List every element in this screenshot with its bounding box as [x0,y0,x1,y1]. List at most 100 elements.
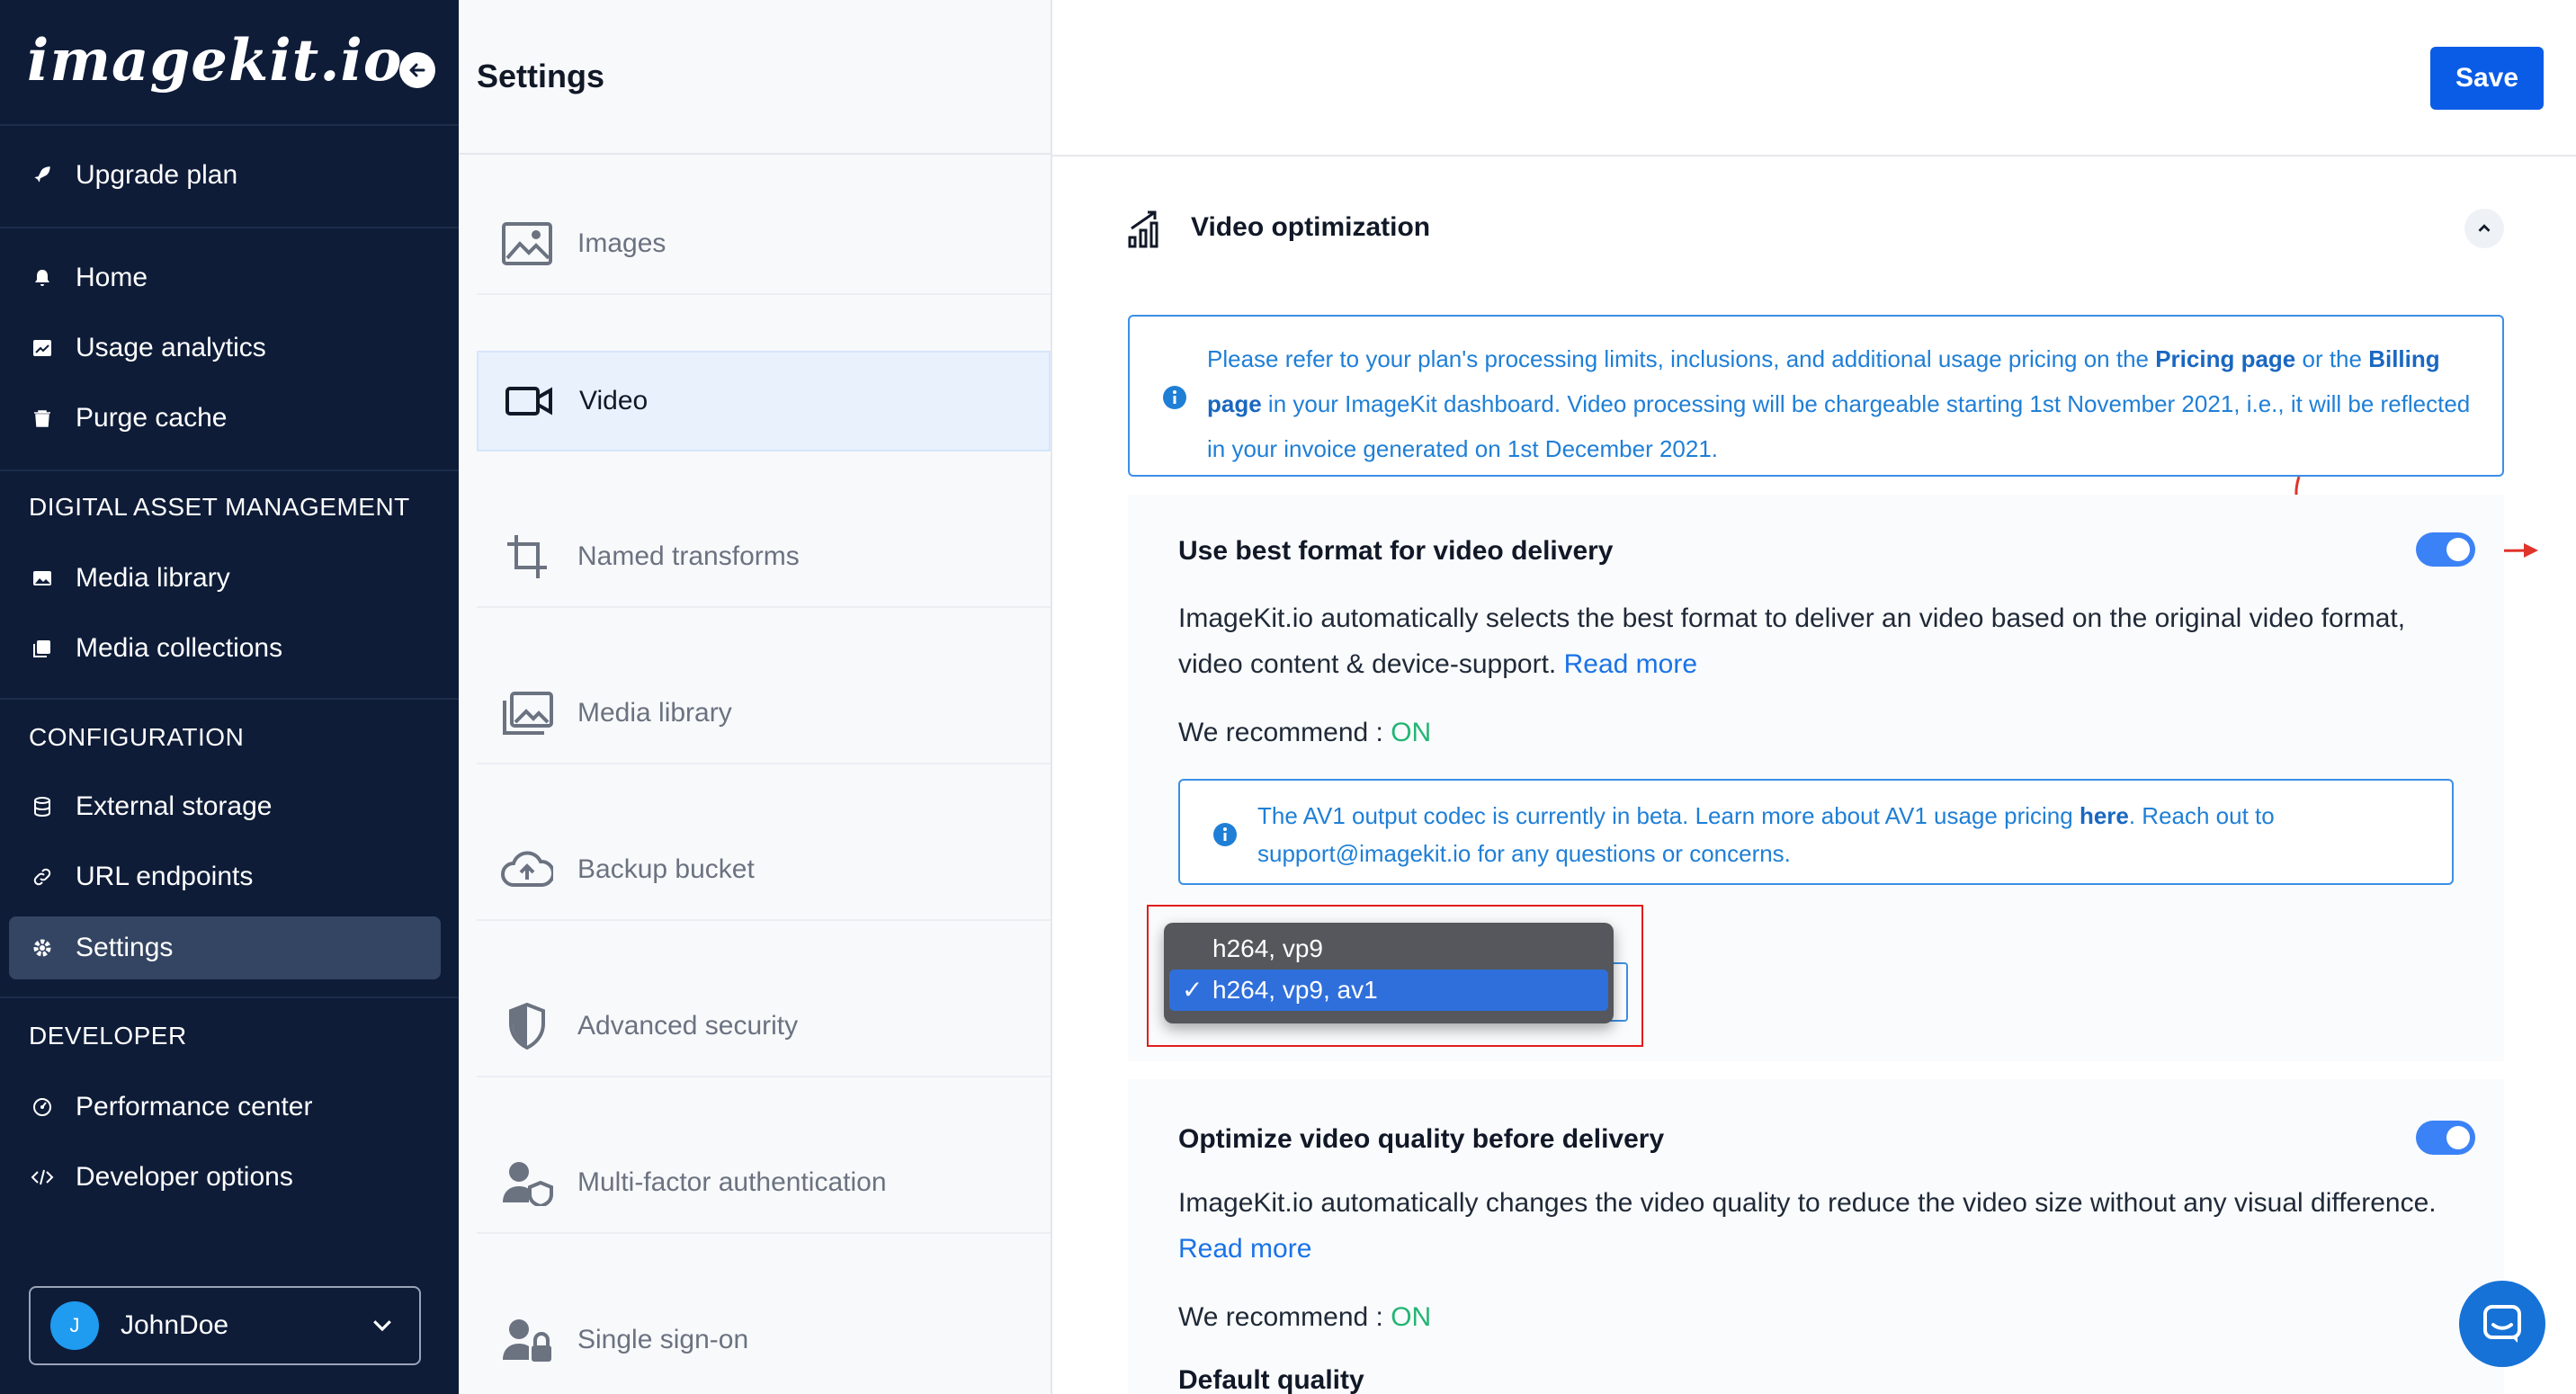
codec-option-label: h264, vp9, av1 [1212,976,1378,1004]
settings-nav-advanced-security[interactable]: Advanced security [477,977,1051,1077]
settings-nav-mfa[interactable]: Multi-factor authentication [477,1133,1051,1234]
sidebar-item-label: URL endpoints [76,862,254,891]
pricing-info-text: Please refer to your plan's processing l… [1207,336,2484,471]
default-quality-label: Default quality [1178,1365,1364,1394]
user-lock-icon [500,1313,554,1367]
collection-icon [29,635,56,662]
recommendation: We recommend : ON [1178,1302,1431,1333]
image-icon [500,217,554,271]
recommendation-label: We recommend : [1178,1302,1391,1332]
sidebar-item-developer-options[interactable]: Developer options [9,1146,441,1209]
save-button[interactable]: Save [2430,47,2544,110]
optimize-quality-description: ImageKit.io automatically changes the vi… [1178,1180,2437,1272]
sidebar-item-label: Settings [76,933,174,962]
trash-icon [29,405,56,432]
brand-logo[interactable]: imagekit.io [27,27,402,94]
sidebar-item-url-endpoints[interactable]: URL endpoints [9,845,441,908]
recommendation-label: We recommend : [1178,718,1391,747]
sidebar-divider [0,227,459,228]
settings-nav-media-library[interactable]: Media library [477,664,1051,764]
read-more-link[interactable]: Read more [1564,649,1697,679]
optimize-quality-title: Optimize video quality before delivery [1178,1124,1665,1154]
sidebar-item-upgrade-plan[interactable]: Upgrade plan [9,144,441,207]
sidebar-item-label: Media library [76,563,230,593]
best-format-toggle[interactable] [2416,532,2475,567]
chevron-up-icon [2478,224,2491,232]
settings-nav-named-transforms[interactable]: Named transforms [477,507,1051,608]
pricing-page-link[interactable]: Pricing page [2155,345,2295,372]
settings-nav-images[interactable]: Images [477,194,1051,295]
sidebar-item-label: Usage analytics [76,333,266,362]
av1-beta-banner: The AV1 output codec is currently in bet… [1178,779,2454,885]
nav-item-label: Named transforms [577,541,800,571]
sidebar-item-home[interactable]: Home [9,246,441,309]
link-icon [29,863,56,890]
pricing-info-banner: Please refer to your plan's processing l… [1128,315,2504,477]
best-format-title: Use best format for video delivery [1178,536,1614,566]
bell-icon [29,264,56,291]
crop-icon [500,530,554,584]
sidebar-item-media-collections[interactable]: Media collections [9,617,441,680]
read-more-link[interactable]: Read more [1178,1234,1311,1264]
sidebar-item-usage-analytics[interactable]: Usage analytics [9,317,441,380]
optimize-quality-card: Optimize video quality before delivery I… [1128,1079,2504,1394]
settings-nav-sso[interactable]: Single sign-on [477,1290,1051,1390]
section-heading-configuration: CONFIGURATION [29,723,245,751]
sidebar-item-purge-cache[interactable]: Purge cache [9,387,441,450]
check-icon: ✓ [1182,976,1203,1004]
sidebar-item-label: External storage [76,791,273,821]
sidebar-item-media-library[interactable]: Media library [9,547,441,610]
collapse-section-button[interactable] [2464,209,2504,248]
nav-item-label: Advanced security [577,1011,799,1041]
section-heading-dam: DIGITAL ASSET MANAGEMENT [29,493,410,521]
cloud-upload-icon [500,843,554,897]
collapse-sidebar-button[interactable] [399,52,435,88]
recommendation-value: ON [1391,1302,1432,1332]
nav-item-label: Single sign-on [577,1325,749,1354]
sidebar-item-label: Developer options [76,1162,293,1192]
description-text: ImageKit.io automatically selects the be… [1178,603,2406,679]
nav-item-label: Backup bucket [577,854,755,884]
sidebar-item-external-storage[interactable]: External storage [9,775,441,838]
optimize-quality-toggle[interactable] [2416,1121,2475,1155]
settings-nav-backup-bucket[interactable]: Backup bucket [477,820,1051,921]
info-icon [1212,822,1238,852]
support-chat-button[interactable] [2459,1281,2545,1367]
account-switcher[interactable]: J JohnDoe [29,1286,421,1365]
sidebar-item-performance-center[interactable]: Performance center [9,1076,441,1139]
av1-pricing-link[interactable]: here [2080,802,2129,829]
chat-icon [2483,1305,2521,1343]
codec-dropdown: h264, vp9 ✓ h264, vp9, av1 [1164,923,1614,1023]
code-icon [29,1164,56,1191]
nav-item-label: Media library [577,698,732,728]
main-sidebar: imagekit.io Upgrade plan Home Usage anal… [0,0,459,1394]
rocket-icon [29,162,56,189]
description-text: ImageKit.io automatically changes the vi… [1178,1188,2437,1218]
codec-option-h264-vp9-av1[interactable]: ✓ h264, vp9, av1 [1169,970,1608,1011]
settings-content: Save Video optimization Please refer to … [1052,0,2576,1394]
info-text-part: Please refer to your plan's processing l… [1207,345,2156,372]
nav-divider [459,153,1052,155]
info-text-part: in your ImageKit dashboard. Video proces… [1207,390,2471,462]
sidebar-item-settings[interactable]: Settings [9,916,441,979]
info-icon [1162,385,1187,415]
chart-icon [29,335,56,362]
av1-beta-text: The AV1 output codec is currently in bet… [1257,797,2427,872]
settings-nav-video[interactable]: Video [477,351,1051,451]
section-title: Video optimization [1191,212,1431,242]
sidebar-item-label: Upgrade plan [76,160,238,190]
database-icon [29,793,56,820]
video-icon [502,374,556,428]
sidebar-item-label: Home [76,263,148,292]
sidebar-item-label: Performance center [76,1092,313,1121]
nav-item-label: Images [577,228,666,258]
user-shield-icon [500,1156,554,1210]
settings-nav: Settings Images Video Named transforms M… [459,0,1052,1394]
nav-item-label: Multi-factor authentication [577,1167,887,1197]
recommendation-value: ON [1391,718,1432,747]
sidebar-divider [0,698,459,700]
image-icon [29,565,56,592]
sidebar-divider [0,124,459,126]
info-text-part: or the [2295,345,2369,372]
codec-option-h264-vp9[interactable]: h264, vp9 [1169,928,1608,970]
